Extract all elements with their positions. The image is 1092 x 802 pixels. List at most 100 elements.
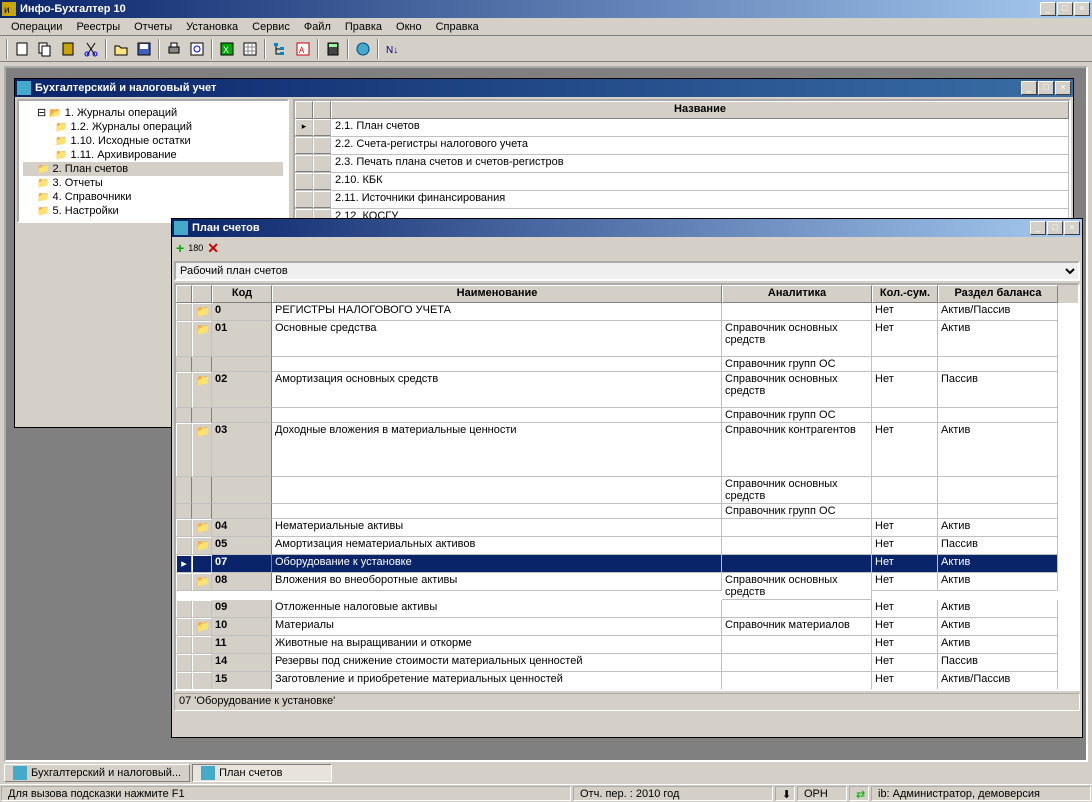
col-kolsum[interactable]: Кол.-сум. <box>872 285 938 303</box>
tb-save-icon[interactable] <box>133 38 155 60</box>
list-row[interactable]: 2.3. Печать плана счетов и счетов-регист… <box>295 155 1069 173</box>
list-row[interactable]: 2.10. КБК <box>295 173 1069 191</box>
account-row[interactable]: Справочник групп ОС <box>176 357 1078 372</box>
close-button[interactable]: × <box>1074 2 1090 16</box>
app-icon: и <box>2 2 16 16</box>
status-mode: ОРН <box>797 786 847 801</box>
col-marker <box>176 285 192 303</box>
menu-window[interactable]: Окно <box>389 21 429 33</box>
account-row[interactable]: Справочник основных средств <box>176 477 1078 504</box>
svg-text:А: А <box>299 46 305 55</box>
task-plan[interactable]: План счетов <box>192 764 332 782</box>
col-balance[interactable]: Раздел баланса <box>938 285 1058 303</box>
account-row[interactable]: 📁0РЕГИСТРЫ НАЛОГОВОГО УЧЕТАНетАктив/Пасс… <box>176 303 1078 321</box>
col-name[interactable]: Название <box>331 101 1069 119</box>
account-row[interactable]: 📁02Амортизация основных средствСправочни… <box>176 372 1078 408</box>
account-row[interactable]: 📁01Основные средстваСправочник основных … <box>176 321 1078 357</box>
account-row[interactable]: 09Отложенные налоговые активыНетАктив <box>176 600 1078 618</box>
menu-operations[interactable]: Операции <box>4 21 69 33</box>
account-row[interactable]: 16Отклонение в стоимости материальных це… <box>176 690 1078 691</box>
account-row[interactable]: 📁08Вложения во внеоборотные активыСправо… <box>176 573 1078 600</box>
menu-file[interactable]: Файл <box>297 21 338 33</box>
tree-sibling[interactable]: 3. Отчеты <box>23 176 283 190</box>
tb-open-icon[interactable] <box>110 38 132 60</box>
tb-paste-icon[interactable] <box>57 38 79 60</box>
tree-sibling-selected[interactable]: 2. План счетов <box>23 162 283 176</box>
tree-child[interactable]: 1.11. Архивирование <box>41 148 283 162</box>
tb-order-icon[interactable]: А <box>292 38 314 60</box>
accounts-grid[interactable]: Код Наименование Аналитика Кол.-сум. Раз… <box>174 283 1080 691</box>
statusbar: Для вызова подсказки нажмите F1 Отч. пер… <box>0 784 1092 802</box>
status-user: ib: Администратор, демоверсия <box>871 786 1091 801</box>
account-row[interactable]: 📁05Амортизация нематериальных активовНет… <box>176 537 1078 555</box>
col-analytics[interactable]: Аналитика <box>722 285 872 303</box>
menu-setup[interactable]: Установка <box>179 21 245 33</box>
tb-excel-icon[interactable]: X <box>216 38 238 60</box>
svg-text:X: X <box>223 45 229 55</box>
account-row[interactable]: 📁04Нематериальные активыНетАктив <box>176 519 1078 537</box>
account-row[interactable]: 14Резервы под снижение стоимости материа… <box>176 654 1078 672</box>
win1-minimize[interactable]: _ <box>1021 81 1037 95</box>
tb-copy-icon[interactable] <box>34 38 56 60</box>
win2-status: 07 'Оборудование к установке' <box>174 693 1080 711</box>
menu-service[interactable]: Сервис <box>245 21 297 33</box>
nav-tree[interactable]: ⊟ 1. Журналы операций 1.2. Журналы опера… <box>17 99 289 223</box>
account-row[interactable]: 📁03Доходные вложения в материальные ценн… <box>176 423 1078 477</box>
tb-calc-icon[interactable] <box>322 38 344 60</box>
window-icon <box>17 81 31 95</box>
grid-corner <box>313 101 331 119</box>
plan-select[interactable]: Рабочий план счетов <box>174 261 1080 281</box>
add-icon[interactable]: + <box>176 240 184 256</box>
tb-new-icon[interactable] <box>11 38 33 60</box>
win1-maximize[interactable]: □ <box>1038 81 1054 95</box>
win2-minimize[interactable]: _ <box>1030 221 1046 235</box>
account-row[interactable]: 11Животные на выращивании и откормеНетАк… <box>176 636 1078 654</box>
col-name[interactable]: Наименование <box>272 285 722 303</box>
app-titlebar: и Инфо-Бухгалтер 10 _ □ × <box>0 0 1092 18</box>
tb-grid-icon[interactable] <box>239 38 261 60</box>
menu-registers[interactable]: Реестры <box>69 21 127 33</box>
edit-icon[interactable]: 180 <box>188 243 203 253</box>
tb-globe-icon[interactable] <box>352 38 374 60</box>
menu-help[interactable]: Справка <box>429 21 486 33</box>
tb-refresh-icon[interactable]: N↓ <box>382 38 404 60</box>
account-row[interactable]: ▸07Оборудование к установкеНетАктив <box>176 555 1078 573</box>
list-row[interactable]: 2.11. Источники финансирования <box>295 191 1069 209</box>
status-flag2: ⇄ <box>849 786 869 801</box>
window-title: План счетов <box>192 222 1030 234</box>
minimize-button[interactable]: _ <box>1040 2 1056 16</box>
toolbar: X А N↓ <box>0 36 1092 62</box>
menubar: Операции Реестры Отчеты Установка Сервис… <box>0 18 1092 36</box>
tree-child[interactable]: 1.10. Исходные остатки <box>41 134 283 148</box>
menu-edit[interactable]: Правка <box>338 21 389 33</box>
tree-root[interactable]: ⊟ 1. Журналы операций <box>23 105 283 120</box>
status-flag1: ⬇ <box>775 786 795 801</box>
svg-text:и: и <box>4 5 10 16</box>
win2-maximize[interactable]: □ <box>1047 221 1063 235</box>
tb-cut-icon[interactable] <box>80 38 102 60</box>
col-code[interactable]: Код <box>212 285 272 303</box>
win2-close[interactable]: × <box>1064 221 1080 235</box>
status-hint: Для вызова подсказки нажмите F1 <box>1 786 571 801</box>
account-row[interactable]: Справочник групп ОС <box>176 408 1078 423</box>
menu-reports[interactable]: Отчеты <box>127 21 179 33</box>
list-row[interactable]: 2.2. Счета-регистры налогового учета <box>295 137 1069 155</box>
list-row[interactable]: ▸2.1. План счетов <box>295 119 1069 137</box>
delete-icon[interactable]: ✕ <box>207 240 219 257</box>
tree-child[interactable]: 1.2. Журналы операций <box>41 120 283 134</box>
section-list[interactable]: Название ▸2.1. План счетов2.2. Счета-рег… <box>293 99 1071 223</box>
tb-preview-icon[interactable] <box>186 38 208 60</box>
maximize-button[interactable]: □ <box>1057 2 1073 16</box>
win1-close[interactable]: × <box>1055 81 1071 95</box>
tb-print-icon[interactable] <box>163 38 185 60</box>
mdi-area: Бухгалтерский и налоговый учет _ □ × ⊟ 1… <box>4 66 1088 762</box>
tree-sibling[interactable]: 4. Справочники <box>23 190 283 204</box>
tb-tree-icon[interactable] <box>269 38 291 60</box>
task-accounting[interactable]: Бухгалтерский и налоговый... <box>4 764 190 782</box>
tree-sibling[interactable]: 5. Настройки <box>23 204 283 218</box>
account-row[interactable]: Справочник групп ОС <box>176 504 1078 519</box>
account-row[interactable]: 📁10МатериалыСправочник материаловНетАкти… <box>176 618 1078 636</box>
col-folder <box>192 285 212 303</box>
account-row[interactable]: 15Заготовление и приобретение материальн… <box>176 672 1078 690</box>
window-plan-schetov: План счетов _ □ × + 180 ✕ Рабочий план с… <box>171 218 1083 738</box>
